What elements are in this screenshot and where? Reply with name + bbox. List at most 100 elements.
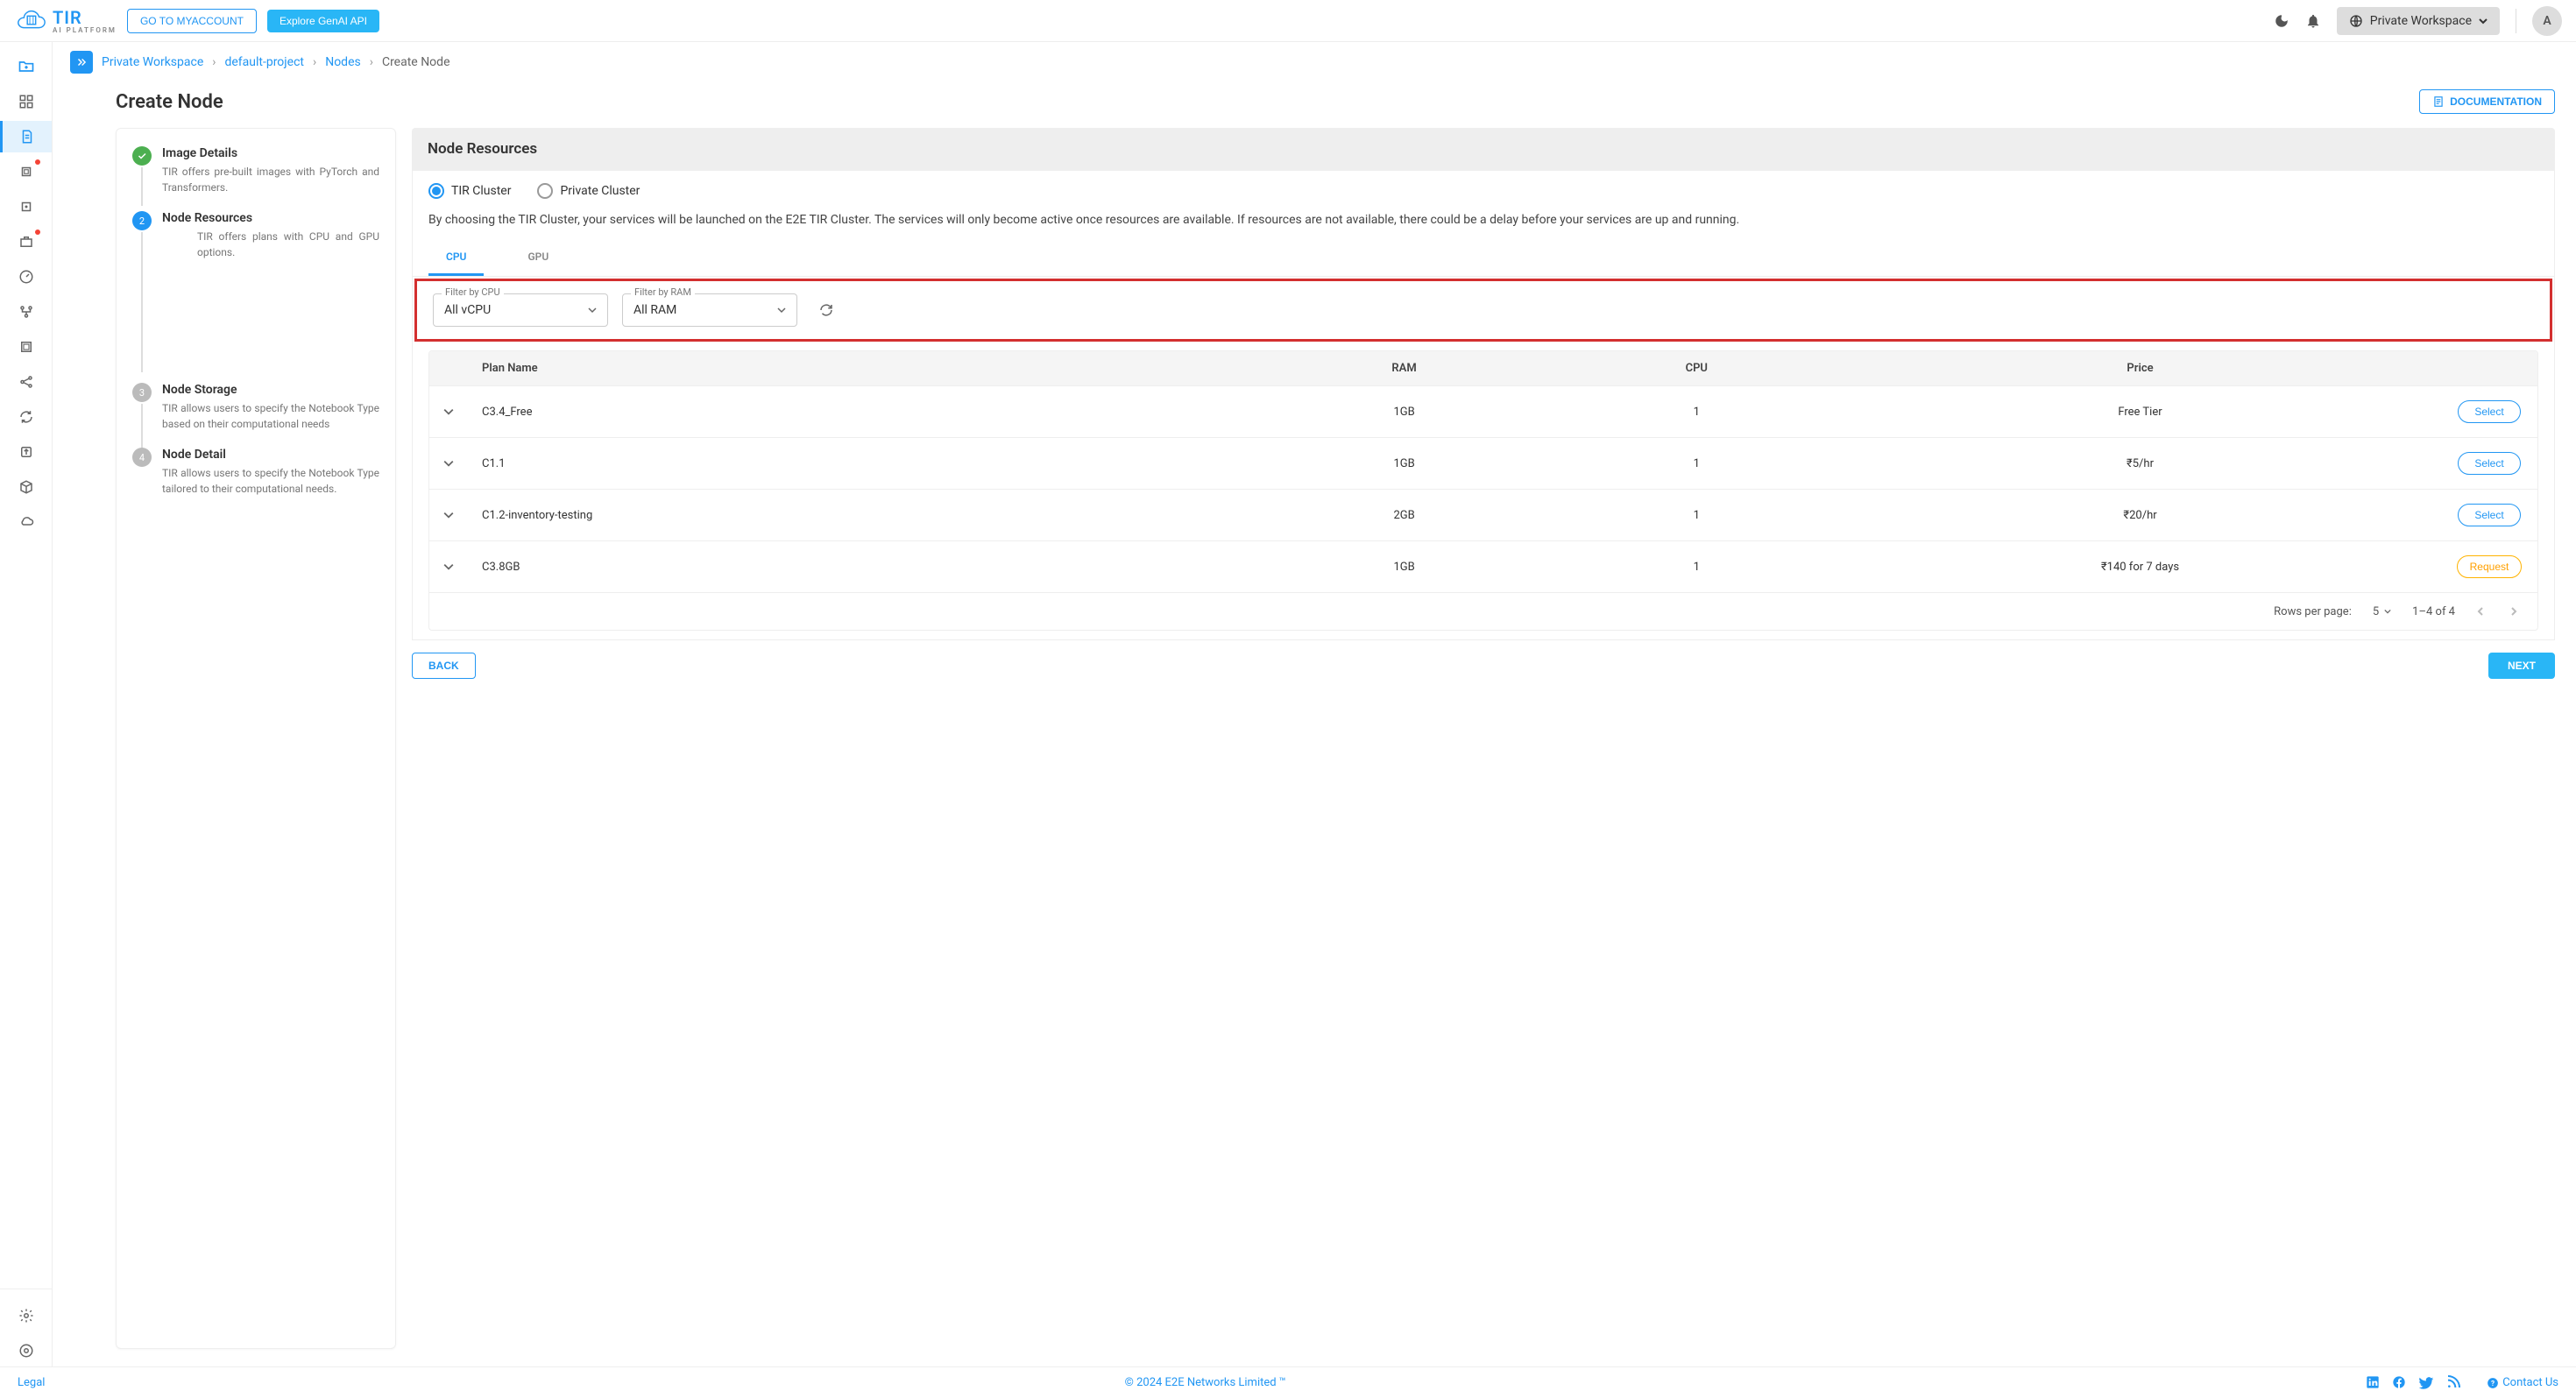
tab-cpu[interactable]: CPU — [428, 240, 484, 276]
topbar: TIR AI PLATFORM GO TO MYACCOUNT Explore … — [0, 0, 2576, 42]
sidebar-item-export[interactable] — [7, 436, 46, 468]
check-icon — [137, 151, 147, 161]
notification-dot — [35, 229, 40, 235]
sidebar-item-help[interactable] — [7, 1335, 46, 1366]
help-circle-icon: ? — [2487, 1377, 2499, 1389]
table-row: C3.4_Free1GB1Free TierSelect — [429, 386, 2537, 438]
sidebar-item-hardware[interactable] — [7, 331, 46, 363]
breadcrumb-link[interactable]: Nodes — [325, 55, 361, 69]
prev-page-button[interactable] — [2473, 604, 2488, 619]
section-header: Node Resources — [412, 128, 2555, 170]
filter-ram-select[interactable]: Filter by RAM All RAM — [622, 293, 797, 327]
plans-table: Plan Name RAM CPU Price C3.4_Free1GB1Fre… — [428, 350, 2538, 631]
next-page-button[interactable] — [2506, 604, 2522, 619]
back-button[interactable]: BACK — [412, 653, 476, 679]
go-to-myaccount-button[interactable]: GO TO MYACCOUNT — [127, 9, 257, 33]
rss-icon[interactable] — [2446, 1375, 2460, 1391]
step-pending-icon: 4 — [132, 448, 152, 467]
col-ram: RAM — [1255, 351, 1554, 386]
refresh-icon — [818, 302, 834, 318]
filter-highlight-box: Filter by CPU All vCPU Filter by RAM All… — [414, 279, 2552, 342]
main-content: Private Workspace › default-project › No… — [53, 42, 2576, 1366]
expand-row-button[interactable] — [429, 386, 468, 438]
radio-tir-cluster[interactable]: TIR Cluster — [428, 183, 511, 199]
chevron-down-icon — [777, 306, 786, 314]
dark-mode-icon[interactable] — [2274, 13, 2289, 29]
breadcrumb-separator: › — [313, 55, 316, 69]
table-row: C1.11GB1₹5/hrSelect — [429, 438, 2537, 490]
sidebar-item-deploy[interactable] — [7, 226, 46, 258]
expand-row-button[interactable] — [429, 438, 468, 490]
cell-cpu: 1 — [1554, 541, 1839, 593]
step-connector — [141, 232, 143, 372]
cell-cpu: 1 — [1554, 386, 1839, 438]
step-title: Node Resources — [162, 211, 379, 225]
row-action-button[interactable]: Select — [2458, 400, 2520, 423]
brand-logo: TIR AI PLATFORM — [14, 7, 117, 34]
breadcrumb-link[interactable]: default-project — [224, 55, 304, 69]
sidebar-item-activity[interactable] — [7, 261, 46, 293]
step-node-resources[interactable]: 2 Node Resources TIR offers plans with C… — [132, 211, 379, 260]
breadcrumb-link[interactable]: Private Workspace — [102, 55, 203, 69]
sidebar-item-settings[interactable] — [7, 1300, 46, 1331]
workspace-selector[interactable]: Private Workspace — [2337, 7, 2500, 35]
step-node-storage[interactable]: 3 Node Storage TIR allows users to speci… — [132, 383, 379, 432]
sidebar-item-package[interactable] — [7, 471, 46, 503]
tab-gpu[interactable]: GPU — [510, 240, 566, 276]
sidebar-item-network[interactable] — [7, 366, 46, 398]
row-action-button[interactable]: Select — [2458, 504, 2520, 526]
rows-per-page-select[interactable]: 5 — [2373, 605, 2391, 618]
sidebar-toggle[interactable] — [70, 51, 93, 74]
cloud-icon — [18, 514, 34, 530]
chevron-left-icon — [2476, 607, 2485, 616]
sidebar-item-compute2[interactable] — [7, 191, 46, 222]
step-node-detail[interactable]: 4 Node Detail TIR allows users to specif… — [132, 448, 379, 497]
row-action-button[interactable]: Request — [2457, 555, 2523, 578]
sidebar-item-dashboard[interactable] — [7, 86, 46, 117]
cell-price: ₹140 for 7 days — [1839, 541, 2441, 593]
chevron-down-icon — [443, 458, 454, 469]
expand-row-button[interactable] — [429, 490, 468, 541]
user-avatar[interactable]: A — [2532, 6, 2562, 36]
explore-genai-button[interactable]: Explore GenAI API — [267, 10, 379, 32]
cell-ram: 1GB — [1255, 386, 1554, 438]
chip2-icon — [18, 339, 34, 355]
table-footer: Rows per page: 5 1–4 of 4 — [429, 592, 2537, 630]
cloud-logo-icon — [14, 9, 47, 33]
sidebar-item-cloud[interactable] — [7, 506, 46, 538]
facebook-icon[interactable] — [2392, 1375, 2406, 1391]
linkedin-icon[interactable] — [2366, 1375, 2380, 1391]
breadcrumb-separator: › — [212, 55, 216, 69]
sidebar-item-compute[interactable] — [7, 156, 46, 187]
page-title: Create Node — [116, 91, 223, 113]
footer-contact-link[interactable]: ? Contact Us — [2487, 1376, 2558, 1389]
chevron-down-icon — [443, 510, 454, 520]
footer-legal-link[interactable]: Legal — [18, 1376, 45, 1389]
filter-cpu-select[interactable]: Filter by CPU All vCPU — [433, 293, 608, 327]
documentation-button[interactable]: DOCUMENTATION — [2419, 89, 2555, 114]
footer-copyright: © 2024 E2E Networks Limited ™ — [45, 1376, 2366, 1389]
next-button[interactable]: NEXT — [2488, 653, 2555, 679]
chevron-down-icon — [443, 561, 454, 572]
radio-checked-icon — [428, 183, 444, 199]
workspace-name: Private Workspace — [2370, 14, 2472, 28]
twitter-icon[interactable] — [2418, 1375, 2434, 1391]
sidebar-item-nodes[interactable] — [0, 121, 52, 152]
radio-private-cluster[interactable]: Private Cluster — [537, 183, 640, 199]
cell-ram: 2GB — [1255, 490, 1554, 541]
expand-row-button[interactable] — [429, 541, 468, 593]
col-price: Price — [1839, 351, 2441, 386]
row-action-button[interactable]: Select — [2458, 452, 2520, 475]
step-connector — [141, 404, 143, 448]
nav-buttons: BACK NEXT — [412, 640, 2555, 679]
sidebar-item-pipeline[interactable] — [7, 296, 46, 328]
step-image-details[interactable]: Image Details TIR offers pre-built image… — [132, 146, 379, 195]
refresh-button[interactable] — [811, 295, 841, 325]
sidebar-item-sync[interactable] — [7, 401, 46, 433]
step-active-icon: 2 — [132, 211, 152, 230]
breadcrumb-separator: › — [370, 55, 373, 69]
notifications-icon[interactable] — [2305, 13, 2321, 29]
sidebar-item-create[interactable] — [7, 51, 46, 82]
share-icon — [18, 374, 34, 390]
sync-icon — [18, 409, 34, 425]
